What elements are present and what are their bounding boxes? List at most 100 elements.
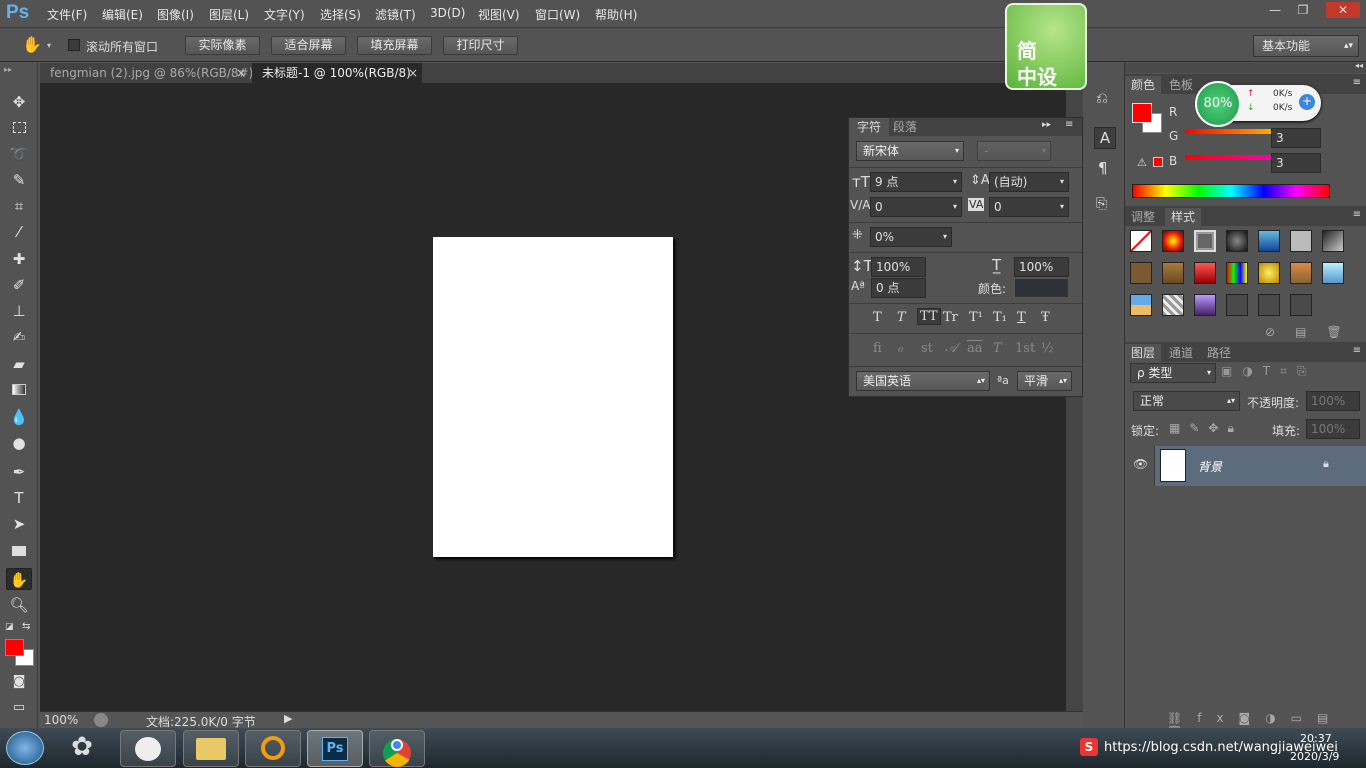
style-swatch[interactable] — [1258, 230, 1280, 252]
font-style-select[interactable]: - ▾ — [977, 141, 1051, 161]
leading-input[interactable]: (自动) ▾ — [989, 172, 1069, 192]
collapse-icon[interactable]: ▸▸ — [4, 65, 12, 74]
menu-select[interactable]: 选择(S) — [320, 6, 361, 23]
tab-channels[interactable]: 通道 — [1163, 344, 1199, 362]
layer-filter-select[interactable]: ρ 类型 ▾ — [1130, 363, 1216, 383]
tab-color[interactable]: 颜色 — [1125, 76, 1162, 94]
panel-menu-icon[interactable]: ≡ — [1353, 209, 1361, 220]
baseline-shift-input[interactable]: 0 点 — [871, 278, 926, 298]
style-swatch[interactable] — [1290, 230, 1312, 252]
faux-bold-button[interactable]: T — [873, 310, 882, 325]
healing-tool-icon[interactable]: ✚ — [6, 248, 32, 270]
tab-untitled[interactable]: 未标题-1 @ 100%(RGB/8) × — [252, 63, 422, 83]
taskbar-photoshop[interactable]: Ps — [307, 730, 363, 767]
character-style-icon[interactable]: ⎘ — [1096, 196, 1107, 212]
taskbar-app-tool[interactable] — [120, 730, 176, 767]
zoom-tool-icon[interactable]: 🔍︎ — [6, 594, 32, 616]
paragraph-panel-icon[interactable]: ¶ — [1098, 159, 1108, 177]
brush-tool-icon[interactable]: ✐ — [6, 274, 32, 296]
panel-menu-icon[interactable]: ≡ — [1353, 77, 1361, 88]
style-swatch[interactable] — [1162, 262, 1184, 284]
fill-input[interactable]: 100% — [1306, 419, 1360, 439]
clock-date[interactable]: 2020/3/9 — [1290, 750, 1339, 763]
menu-filter[interactable]: 滤镜(T) — [375, 6, 416, 23]
app-icon-pinwheel[interactable]: ✿ — [62, 732, 102, 764]
style-swatch[interactable] — [1130, 262, 1152, 284]
style-swatch[interactable] — [1162, 230, 1184, 252]
menu-file[interactable]: 文件(F) — [47, 6, 87, 23]
print-size-button[interactable]: 打印尺寸 — [443, 36, 518, 55]
strikethrough-button[interactable]: Ŧ — [1041, 310, 1050, 325]
contextual-alt-button[interactable]: ℴ — [897, 341, 903, 356]
tab-layers[interactable]: 图层 — [1125, 344, 1162, 362]
underline-button[interactable]: T — [1017, 310, 1026, 325]
subscript-button[interactable]: T₁ — [993, 310, 1007, 325]
add-icon[interactable]: + — [1299, 94, 1315, 110]
swap-colors-icon[interactable]: ⇆ — [22, 621, 30, 632]
zoom-level[interactable]: 100% — [44, 713, 78, 727]
all-caps-button[interactable]: TT — [917, 308, 941, 325]
style-swatch[interactable] — [1322, 262, 1344, 284]
taskbar-explorer[interactable] — [183, 730, 239, 767]
collapse-icon[interactable]: ◂◂ — [1355, 61, 1363, 70]
small-caps-button[interactable]: Tr — [943, 310, 958, 325]
style-swatch[interactable] — [1290, 294, 1312, 316]
style-swatch[interactable] — [1226, 230, 1248, 252]
character-panel-icon[interactable]: A — [1094, 127, 1116, 149]
screen-mode-icon[interactable]: ▭ — [6, 697, 32, 719]
style-none[interactable] — [1130, 230, 1152, 252]
kerning-input[interactable]: 0 ▾ — [870, 197, 962, 217]
close-icon[interactable]: × — [408, 63, 418, 83]
fractions-button[interactable]: ½ — [1041, 341, 1054, 356]
hand-tool-preset-icon[interactable]: ✋ — [22, 35, 42, 54]
discretionary-lig-button[interactable]: st — [921, 341, 933, 356]
fit-screen-button[interactable]: 适合屏幕 — [271, 36, 346, 55]
crop-tool-icon[interactable]: ⌗ — [6, 195, 32, 217]
type-tool-icon[interactable]: T — [6, 487, 32, 509]
font-size-input[interactable]: 9 点 ▾ — [870, 172, 962, 192]
b-input[interactable]: 3 — [1271, 153, 1321, 173]
dodge-tool-icon[interactable]: ● — [6, 432, 32, 454]
tab-fengmian[interactable]: fengmian (2).jpg @ 86%(RGB/8#) × — [40, 63, 253, 83]
panel-menu-icon[interactable]: ≡ — [1065, 119, 1073, 130]
tab-character[interactable]: 字符 — [849, 118, 889, 136]
start-button[interactable] — [6, 731, 44, 765]
style-swatch[interactable] — [1194, 262, 1216, 284]
color-spectrum[interactable] — [1132, 184, 1330, 198]
menu-type[interactable]: 文字(Y) — [264, 6, 305, 23]
pen-tool-icon[interactable]: ✒ — [6, 461, 32, 483]
style-swatch[interactable] — [1258, 294, 1280, 316]
scroll-all-checkbox[interactable] — [68, 39, 80, 51]
layer-row-background[interactable]: 👁︎ 背景 🔒︎ — [1125, 446, 1366, 486]
tab-adjustments[interactable]: 调整 — [1125, 208, 1161, 226]
foreground-color-swatch[interactable] — [5, 639, 24, 656]
horizontal-scale-input[interactable]: 100% — [1014, 257, 1069, 277]
language-select[interactable]: 美国英语 ▴▾ — [856, 371, 990, 391]
layer-filter-icons[interactable]: ▣◑T⌗⎘ — [1221, 364, 1317, 379]
eraser-tool-icon[interactable]: ▰ — [6, 353, 32, 375]
g-input[interactable]: 3 — [1271, 128, 1321, 148]
style-swatch[interactable] — [1226, 262, 1248, 284]
titling-alt-button[interactable]: T — [993, 341, 1002, 356]
history-panel-icon[interactable]: ⎌ — [1096, 89, 1108, 107]
blur-tool-icon[interactable]: 💧 — [6, 406, 32, 428]
antialias-select[interactable]: 平滑 ▴▾ — [1017, 371, 1072, 391]
workspace-select[interactable]: 基本功能 ▴▾ — [1253, 35, 1359, 57]
blend-mode-select[interactable]: 正常 ▴▾ — [1133, 391, 1240, 411]
style-swatch[interactable] — [1130, 294, 1152, 316]
gradient-tool-icon[interactable] — [6, 379, 32, 401]
stamp-tool-icon[interactable]: ⊥ — [6, 300, 32, 322]
tsume-input[interactable]: 0% ▾ — [870, 227, 952, 247]
style-swatch[interactable] — [1322, 230, 1344, 252]
quick-select-tool-icon[interactable]: ✎ — [6, 169, 32, 191]
tab-paragraph[interactable]: 段落 — [893, 118, 917, 136]
menu-3d[interactable]: 3D(D) — [430, 6, 465, 20]
stylistic-alt-button[interactable]: aa — [967, 341, 983, 356]
taskbar-search[interactable] — [245, 730, 301, 767]
quick-mask-icon[interactable]: ◙ — [6, 671, 32, 693]
history-brush-tool-icon[interactable]: ✍ — [6, 326, 32, 348]
menu-image[interactable]: 图像(I) — [157, 6, 194, 23]
style-swatch[interactable] — [1162, 294, 1184, 316]
menu-help[interactable]: 帮助(H) — [595, 6, 637, 23]
actual-pixels-button[interactable]: 实际像素 — [185, 36, 260, 55]
